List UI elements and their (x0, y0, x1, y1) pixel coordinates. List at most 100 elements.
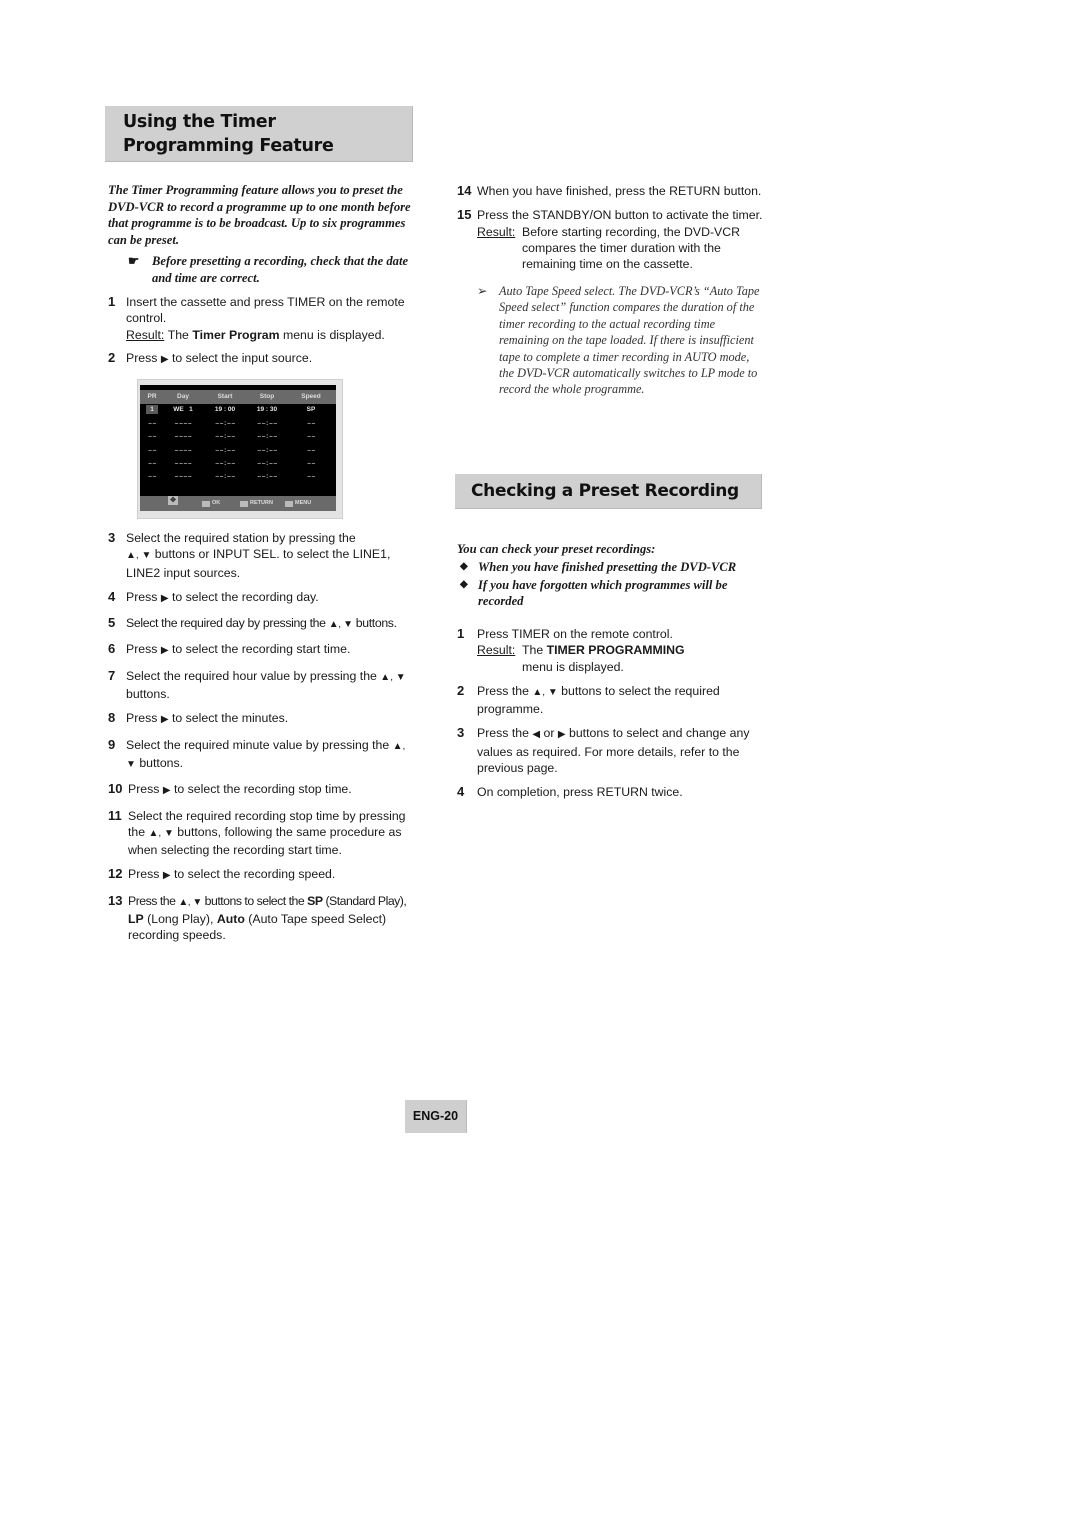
col-stop: Stop (259, 393, 275, 400)
pr-value: – – (148, 433, 156, 441)
menu-hint: MENU (285, 496, 311, 511)
step-number: 8 (108, 710, 116, 726)
pr-value: – – (148, 459, 156, 467)
steps-list-right: 1 Press TIMER on the remote control. Res… (457, 626, 767, 801)
step-text: On completion, press RETURN twice. (477, 785, 683, 800)
auto-tape-speed-tip: ➢ Auto Tape Speed select. The DVD-VCR’s … (477, 283, 767, 398)
right-arrow-icon: ▶ (162, 785, 171, 797)
left-arrow-icon: ◀ (532, 729, 541, 741)
return-hint: RETURN (240, 496, 273, 511)
step-text: (Standard Play), (322, 893, 407, 908)
step-text: buttons. (352, 616, 397, 631)
speed-lp: LP (128, 912, 144, 927)
result-text: Before starting recording, the DVD-VCR c… (522, 224, 741, 272)
bullet-item: ◆ If you have forgotten which programmes … (460, 577, 760, 610)
timer-row-empty[interactable]: – – – – – – – – : – – – – : – – – – (140, 431, 336, 443)
step-14: 14 When you have finished, press the RET… (457, 183, 767, 199)
step-15: 15 Press the STANDBY/ON button to activa… (457, 207, 767, 272)
bullet-text: If you have forgotten which programmes w… (478, 577, 728, 609)
timer-row-empty[interactable]: – – – – – – – – : – – – – : – – – – (140, 471, 336, 483)
step-10: 10 Press ▶ to select the recording stop … (108, 781, 413, 799)
step-3: 3 Select the required station by pressin… (108, 530, 413, 581)
step-number: 6 (108, 641, 116, 657)
step-text: Press (126, 589, 161, 604)
step-number: 7 (108, 667, 116, 683)
step-text: to select the recording stop time. (170, 782, 352, 797)
timer-row-selected[interactable]: 1 WE 1 19 : 00 19 : 30 SP (140, 404, 336, 416)
stop-value: 19 : 30 (256, 406, 278, 413)
timer-menu-header: PR Day Start Stop Speed (140, 390, 336, 404)
step-number: 11 (108, 807, 122, 823)
result-text: The (167, 327, 193, 342)
step-text: (Long Play), (143, 912, 217, 927)
start-value: 19 : 00 (214, 406, 236, 413)
step-text: Select the required station by pressing … (126, 531, 356, 545)
menu-name: TIMER PROGRAMMING (546, 643, 685, 658)
stop-value: – – : – – (257, 459, 277, 467)
step-text: buttons. (126, 687, 170, 702)
step-1: 1 Insert the cassette and press TIMER on… (108, 294, 413, 343)
speed-auto: Auto (216, 912, 245, 927)
pointing-hand-icon: ☛ (128, 254, 140, 268)
speed-value: SP (306, 406, 316, 413)
right-arrow-icon: ▶ (160, 645, 169, 657)
step-text: Press the (477, 683, 533, 698)
step-text: Insert the cassette and press TIMER on t… (126, 295, 405, 326)
bullet-text: When you have finished presetting the DV… (478, 560, 737, 574)
right-arrow-icon: ▶ (162, 870, 171, 882)
ok-label: OK (212, 500, 221, 506)
step-8: 8 Press ▶ to select the minutes. (108, 710, 413, 728)
bullet-item: ◆ When you have finished presetting the D… (460, 559, 760, 576)
day-value: – – – – (174, 433, 192, 441)
step-text: buttons. (135, 755, 184, 770)
step-text: Press the (128, 893, 179, 908)
timer-row-empty[interactable]: – – – – – – – – : – – – – : – – – – (140, 418, 336, 430)
step-text: to select the recording speed. (170, 867, 336, 882)
day-value: – – – – (174, 473, 192, 481)
timer-row-empty[interactable]: – – – – – – – – : – – – – : – – – – (140, 458, 336, 470)
step-text: to select the recording day. (168, 589, 319, 604)
step-text: Press (126, 351, 161, 365)
speed-value: – – (307, 433, 315, 441)
timer-menu-footer: ✥ OK RETURN MENU (140, 496, 336, 511)
speed-value: – – (307, 420, 315, 427)
step-number: 5 (108, 615, 115, 631)
result-text: menu is displayed. (279, 327, 385, 342)
up-down-arrows-icon: ▲, ▼ (328, 619, 353, 631)
start-value: – – : – – (215, 433, 235, 441)
speed-sp: SP (307, 893, 323, 908)
day-value: – – – – (174, 420, 192, 427)
pr-value: 1 (146, 405, 158, 414)
step-number: 1 (457, 626, 465, 641)
stop-value: – – : – – (257, 446, 277, 454)
step-number: 13 (108, 892, 123, 908)
right-arrow-icon: ▶ (160, 714, 169, 726)
step-text: Select the required day by pressing the (126, 616, 329, 631)
col-pr: PR (147, 393, 157, 400)
step-9: 9 Select the required minute value by pr… (108, 737, 413, 774)
step-text: Press (128, 782, 163, 797)
step-number: 9 (108, 736, 116, 752)
check-bullets: ◆ When you have finished presetting the D… (460, 559, 760, 610)
diamond-bullet-icon: ◆ (460, 561, 468, 572)
step-text: to select the recording start time. (168, 642, 351, 657)
tip-text: Auto Tape Speed select. The DVD-VCR’s “A… (499, 284, 760, 397)
step-text: Press (126, 642, 161, 657)
page-number: ENG-20 (405, 1100, 467, 1133)
check-intro: You can check your preset recordings: (457, 542, 656, 556)
result-text: The (522, 643, 547, 658)
start-value: – – : – – (215, 459, 235, 467)
arrow-bullet-icon: ➢ (477, 284, 488, 298)
diamond-bullet-icon: ◆ (460, 578, 468, 590)
step-number: 14 (457, 183, 472, 198)
result-label: Result: (477, 643, 516, 658)
menu-name: Timer Program (192, 327, 280, 342)
step-number: 4 (457, 784, 465, 800)
step-6: 6 Press ▶ to select the recording start … (108, 641, 413, 659)
step-text: buttons to select the (201, 893, 308, 908)
step-text: Press (128, 867, 163, 882)
speed-value: – – (307, 459, 315, 467)
stop-value: – – : – – (257, 433, 277, 441)
timer-row-empty[interactable]: – – – – – – – – : – – – – : – – – – (140, 445, 336, 457)
right-arrow-icon: ▶ (160, 354, 169, 365)
